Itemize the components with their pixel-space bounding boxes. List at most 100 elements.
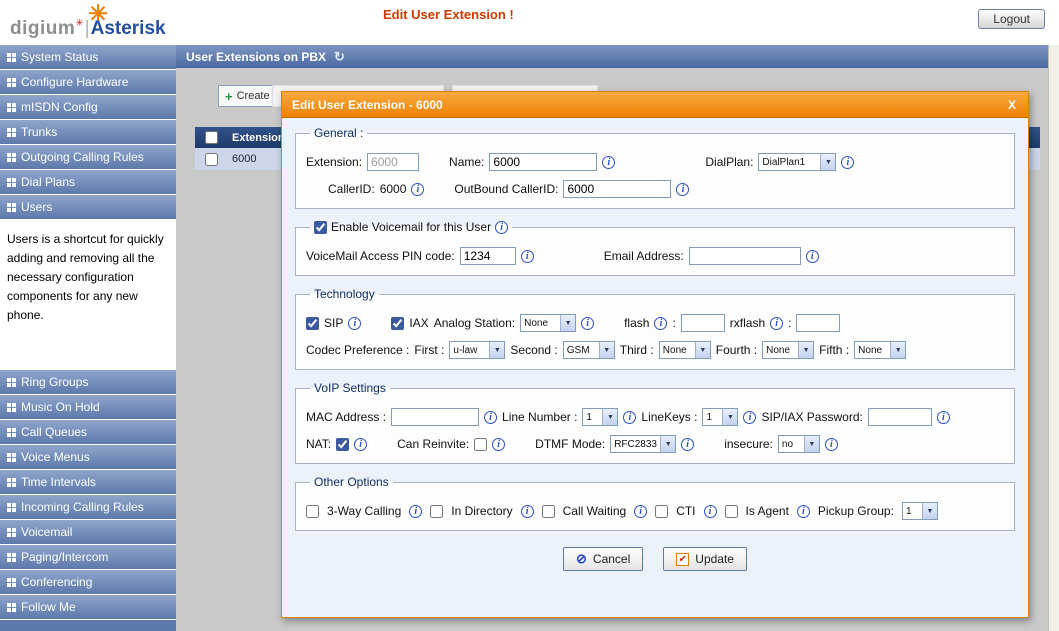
logo-separator: |	[85, 18, 90, 39]
info-icon[interactable]: i	[484, 411, 497, 424]
info-icon[interactable]: i	[492, 438, 505, 451]
info-icon[interactable]: i	[806, 250, 819, 263]
vertical-scrollbar[interactable]	[1048, 45, 1059, 631]
line-number-select[interactable]: 1 ▼	[582, 408, 618, 426]
codec-second-select[interactable]: GSM ▼	[563, 341, 615, 359]
other-options-fieldset: Other Options 3-Way Calling i In Directo…	[295, 475, 1015, 531]
sidebar: System Status Configure Hardware mISDN C…	[0, 45, 176, 631]
sidebar-item-call-queues[interactable]: Call Queues	[0, 420, 176, 445]
info-icon[interactable]: i	[841, 156, 854, 169]
info-icon[interactable]: i	[770, 317, 783, 330]
grid-icon	[7, 103, 16, 112]
refresh-icon[interactable]: ↻	[334, 49, 345, 65]
codec-third-select[interactable]: None ▼	[659, 341, 711, 359]
info-icon[interactable]: i	[348, 317, 361, 330]
sidebar-item-time-intervals[interactable]: Time Intervals	[0, 470, 176, 495]
info-icon[interactable]: i	[495, 221, 508, 234]
cti-checkbox[interactable]	[655, 505, 668, 518]
sidebar-item-conferencing[interactable]: Conferencing	[0, 570, 176, 595]
close-icon[interactable]: X	[1006, 98, 1018, 112]
sip-checkbox[interactable]	[306, 317, 319, 330]
is-agent-checkbox[interactable]	[725, 505, 738, 518]
insecure-select[interactable]: no ▼	[778, 435, 820, 453]
sidebar-item-users[interactable]: Users	[0, 195, 176, 220]
email-address-input[interactable]	[689, 247, 801, 265]
extension-input[interactable]	[367, 153, 419, 171]
cancel-button[interactable]: ⊘ Cancel	[563, 547, 643, 571]
can-reinvite-checkbox[interactable]	[474, 438, 487, 451]
other-options-row: 3-Way Calling i In Directory i Call Wait…	[306, 502, 1004, 520]
mac-address-input[interactable]	[391, 408, 479, 426]
linekeys-select[interactable]: 1 ▼	[702, 408, 738, 426]
sidebar-item-voicemail[interactable]: Voicemail	[0, 520, 176, 545]
sidebar-item-ring-groups[interactable]: Ring Groups	[0, 370, 176, 395]
codec-fifth-select[interactable]: None ▼	[854, 341, 906, 359]
sidebar-item-incoming-calling-rules[interactable]: Incoming Calling Rules	[0, 495, 176, 520]
logout-button[interactable]: Logout	[978, 9, 1045, 29]
dialog-buttons: ⊘ Cancel ✔ Update	[295, 547, 1015, 571]
page-title: Edit User Extension !	[383, 7, 514, 22]
three-way-calling-checkbox[interactable]	[306, 505, 319, 518]
name-input[interactable]	[489, 153, 597, 171]
info-icon[interactable]: i	[602, 156, 615, 169]
info-icon[interactable]: i	[521, 250, 534, 263]
codec-first-label: First :	[414, 343, 444, 357]
info-icon[interactable]: i	[354, 438, 367, 451]
sidebar-item-configure-hardware[interactable]: Configure Hardware	[0, 70, 176, 95]
row-checkbox[interactable]	[205, 153, 218, 166]
nat-label: NAT:	[306, 437, 331, 451]
call-waiting-checkbox[interactable]	[542, 505, 555, 518]
rxflash-input[interactable]	[796, 314, 840, 332]
info-icon[interactable]: i	[411, 183, 424, 196]
sidebar-item-paging-intercom[interactable]: Paging/Intercom	[0, 545, 176, 570]
enable-voicemail-checkbox[interactable]	[314, 221, 327, 234]
chevron-down-icon: ▼	[890, 342, 905, 358]
sidebar-item-dial-plans[interactable]: Dial Plans	[0, 170, 176, 195]
info-icon[interactable]: i	[937, 411, 950, 424]
info-icon[interactable]: i	[409, 505, 422, 518]
pickup-group-select[interactable]: 1 ▼	[902, 502, 938, 520]
name-label: Name:	[449, 155, 484, 169]
sidebar-item-follow-me[interactable]: Follow Me	[0, 595, 176, 620]
info-icon[interactable]: i	[581, 317, 594, 330]
info-icon[interactable]: i	[825, 438, 838, 451]
flash-input[interactable]	[681, 314, 725, 332]
analog-station-select[interactable]: None ▼	[520, 314, 576, 332]
info-icon[interactable]: i	[654, 317, 667, 330]
iax-label: IAX	[409, 316, 428, 330]
voicemail-pin-input[interactable]	[460, 247, 516, 265]
sidebar-item-misdn-config[interactable]: mISDN Config	[0, 95, 176, 120]
grid-icon	[7, 78, 16, 87]
info-icon[interactable]: i	[676, 183, 689, 196]
outbound-callerid-input[interactable]	[563, 180, 671, 198]
nat-checkbox[interactable]	[336, 438, 349, 451]
chevron-down-icon: ▼	[798, 342, 813, 358]
sidebar-item-system-status[interactable]: System Status	[0, 45, 176, 70]
update-button[interactable]: ✔ Update	[663, 547, 747, 571]
mac-address-label: MAC Address :	[306, 410, 386, 424]
sip-iax-password-input[interactable]	[868, 408, 932, 426]
dialplan-select[interactable]: DialPlan1 ▼	[758, 153, 836, 171]
info-icon[interactable]: i	[797, 505, 810, 518]
info-icon[interactable]: i	[743, 411, 756, 424]
select-all-checkbox[interactable]	[205, 131, 218, 144]
info-icon[interactable]: i	[623, 411, 636, 424]
technology-fieldset: Technology SIP i IAX Analog Station: Non…	[295, 287, 1015, 370]
sidebar-item-music-on-hold[interactable]: Music On Hold	[0, 395, 176, 420]
dtmf-mode-select[interactable]: RFC2833 ▼	[610, 435, 676, 453]
update-check-icon: ✔	[676, 553, 689, 566]
in-directory-checkbox[interactable]	[430, 505, 443, 518]
voip-row-1: MAC Address : i Line Number : 1 ▼ i Line…	[306, 408, 1004, 426]
info-icon[interactable]: i	[704, 505, 717, 518]
info-icon[interactable]: i	[681, 438, 694, 451]
info-icon[interactable]: i	[634, 505, 647, 518]
codec-fourth-select[interactable]: None ▼	[762, 341, 814, 359]
sidebar-item-voice-menus[interactable]: Voice Menus	[0, 445, 176, 470]
info-icon[interactable]: i	[521, 505, 534, 518]
main-content: User Extensions on PBX ↻ + Create New Ex…	[176, 45, 1059, 631]
iax-checkbox[interactable]	[391, 317, 404, 330]
sidebar-item-trunks[interactable]: Trunks	[0, 120, 176, 145]
dtmf-mode-label: DTMF Mode:	[535, 437, 605, 451]
codec-first-select[interactable]: u-law ▼	[449, 341, 505, 359]
sidebar-item-outgoing-calling-rules[interactable]: Outgoing Calling Rules	[0, 145, 176, 170]
